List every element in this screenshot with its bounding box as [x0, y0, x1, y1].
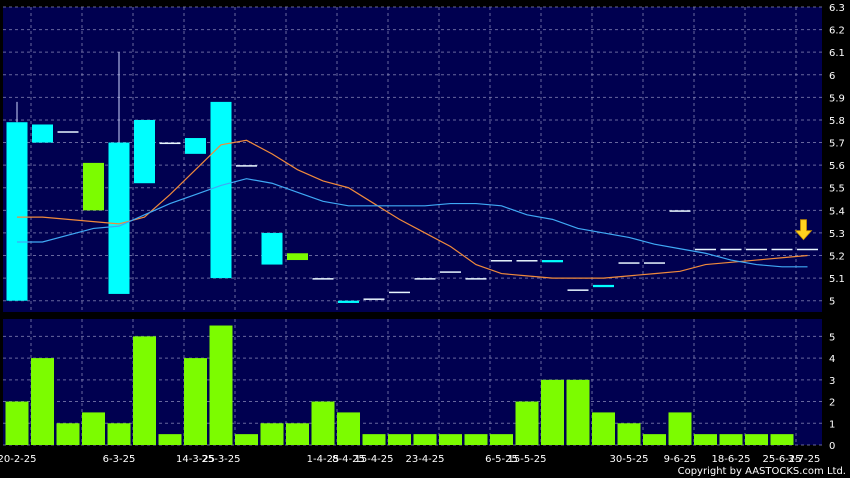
volume-bar — [31, 358, 54, 445]
date-tick-label: 15-5-25 — [507, 454, 546, 465]
volume-bar — [362, 434, 386, 445]
volume-tick-label: 2 — [829, 398, 835, 409]
volume-bar — [56, 423, 80, 445]
volume-bar — [311, 401, 335, 445]
candle-body — [32, 124, 53, 143]
price-tick-label: 5 — [829, 297, 835, 308]
stock-chart: 5 5.1 5.2 5.3 5.4 5.5 5.6 5.7 5.8 5.9 6 6.1 6.2 6.3 0 1… — [0, 0, 850, 478]
candle-body — [389, 291, 410, 294]
volume-tick-label: 4 — [829, 354, 835, 365]
volume-bar — [260, 423, 284, 445]
date-tick-label: 3-7-25 — [788, 454, 821, 465]
volume-bar — [82, 412, 105, 445]
candle-body — [108, 142, 130, 294]
volume-tick-label: 0 — [829, 441, 835, 452]
volume-bar — [668, 412, 692, 445]
candle-body — [261, 232, 283, 265]
price-tick-label: 5.7 — [829, 139, 845, 150]
volume-bar — [745, 434, 768, 445]
volume-tick-label: 3 — [829, 376, 835, 387]
volume-bar — [566, 379, 590, 445]
date-tick-label: 23-4-25 — [405, 454, 444, 465]
price-tick-label: 5.2 — [829, 252, 845, 263]
candle-body — [6, 122, 28, 301]
price-tick-label: 6.1 — [829, 48, 845, 59]
candle-body — [185, 138, 206, 154]
volume-bar — [133, 336, 156, 445]
volume-bar — [184, 358, 207, 445]
price-tick-label: 5.6 — [829, 161, 845, 172]
volume-bar — [158, 434, 182, 445]
volume-bar — [388, 434, 411, 445]
price-tick-label: 5.1 — [829, 274, 845, 285]
price-tick-label: 6 — [829, 71, 835, 82]
candle-body — [542, 260, 563, 263]
volume-bar — [286, 423, 309, 445]
volume-bar — [209, 325, 233, 445]
copyright-text: Copyright by AASTOCKS.com Ltd. — [678, 466, 846, 477]
candle-body — [695, 248, 716, 251]
price-tick-label: 5.8 — [829, 116, 845, 127]
candle-body — [669, 210, 691, 212]
volume-bar — [541, 379, 564, 445]
candle-body — [491, 260, 512, 262]
volume-bar — [643, 434, 666, 445]
candle-body — [516, 260, 538, 262]
candle-body — [746, 248, 767, 251]
candle-body — [134, 119, 155, 184]
candle-body — [567, 289, 589, 291]
candle-body — [210, 101, 232, 279]
candle-body — [159, 142, 181, 145]
volume-bar — [439, 434, 462, 445]
candle-body — [414, 278, 436, 280]
date-tick-label: 25-3-25 — [201, 454, 240, 465]
date-tick-label: 15-4-25 — [354, 454, 393, 465]
price-tick-label: 6.3 — [829, 3, 845, 14]
candle-body — [57, 131, 79, 133]
date-tick-label: 20-2-25 — [0, 454, 37, 465]
candle-body — [593, 284, 614, 288]
volume-tick-label: 1 — [829, 419, 835, 430]
volume-bar — [5, 401, 29, 445]
candle-body — [287, 253, 308, 261]
candle-body — [236, 165, 257, 167]
date-tick-label: 9-6-25 — [664, 454, 697, 465]
volume-bar — [770, 434, 794, 445]
volume-tick-label: 5 — [829, 332, 835, 343]
volume-bar — [337, 412, 360, 445]
volume-bar — [413, 434, 437, 445]
date-tick-label: 30-5-25 — [609, 454, 648, 465]
candle-body — [363, 298, 385, 300]
candle-body — [338, 300, 359, 303]
candle-body — [720, 248, 742, 251]
volume-bar — [617, 423, 641, 445]
volume-bar — [719, 434, 743, 445]
candle-body — [83, 162, 104, 211]
candle-body — [440, 271, 461, 273]
candle-body — [797, 248, 818, 251]
chart-canvas: 5 5.1 5.2 5.3 5.4 5.5 5.6 5.7 5.8 5.9 6 6.1 6.2 6.3 0 1… — [0, 0, 850, 478]
price-tick-label: 5.3 — [829, 229, 845, 240]
candle-body — [618, 262, 640, 264]
candle-body — [465, 278, 487, 280]
volume-bar — [235, 434, 258, 445]
candle-body — [312, 278, 334, 280]
date-tick-label: 18-6-25 — [711, 454, 750, 465]
price-tick-label: 5.5 — [829, 184, 845, 195]
volume-bar — [515, 401, 539, 445]
volume-bar — [694, 434, 717, 445]
volume-bar — [592, 412, 615, 445]
price-tick-label: 5.9 — [829, 93, 845, 104]
price-tick-label: 6.2 — [829, 26, 845, 37]
candle-body — [644, 262, 665, 264]
volume-bar — [464, 434, 488, 445]
volume-bar — [107, 423, 131, 445]
date-tick-label: 6-3-25 — [103, 454, 136, 465]
candle-body — [771, 248, 793, 251]
volume-bar — [490, 434, 513, 445]
price-tick-label: 5.4 — [829, 206, 845, 217]
